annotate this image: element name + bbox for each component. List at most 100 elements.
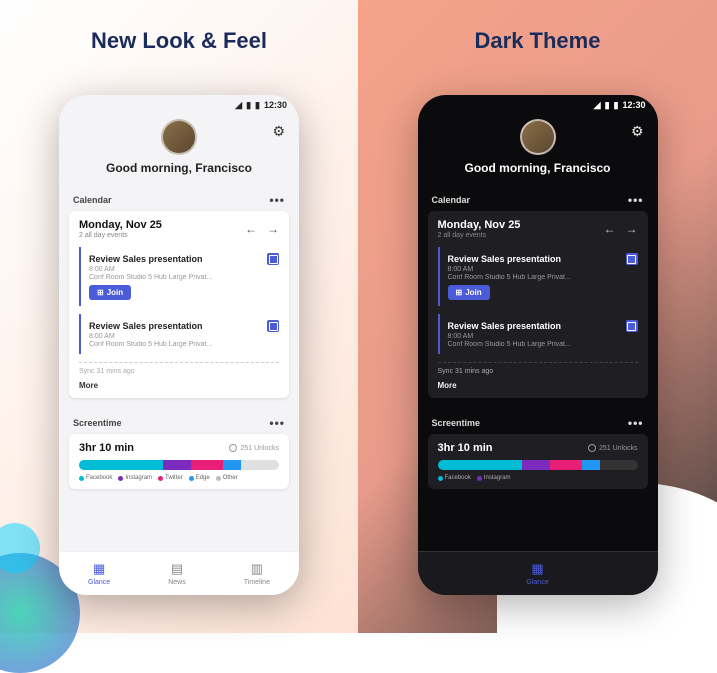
screentime-bar [438,460,638,470]
panel-light: New Look & Feel ◢ ▮ ▮ 12:30 ⚙ Good morni… [0,0,358,633]
bar-segment-facebook [79,460,163,470]
news-icon: ▤ [171,561,183,577]
join-label: Join [107,288,123,297]
bar-segment-edge [223,460,241,470]
avatar[interactable] [161,119,197,155]
join-button[interactable]: ⊞ Join [89,285,131,300]
more-icon[interactable]: ••• [628,416,644,430]
more-icon[interactable]: ••• [269,416,285,430]
calendar-event[interactable]: Review Sales presentation 8:00 AM Conf R… [438,314,638,354]
bar-segment-instagram [163,460,191,470]
bar-segment-edge [582,460,600,470]
unlocks-count: 251 Unlocks [588,444,638,452]
panel-title: Dark Theme [358,28,717,54]
bar-segment-twitter [191,460,223,470]
bar-segment-instagram [522,460,550,470]
sync-status: Sync 31 mins ago [79,362,279,375]
teams-icon [626,320,638,332]
wifi-icon: ◢ [235,100,242,111]
join-label: Join [465,288,481,297]
event-title: Review Sales presentation [89,321,203,331]
legend-dot [118,476,123,481]
fingerprint-icon [229,444,237,452]
nav-timeline[interactable]: ▥ Timeline [244,561,270,586]
avatar[interactable] [520,119,556,155]
arrow-right-icon[interactable]: → [267,222,279,236]
app-header: ⚙ Good morning, Francisco [59,115,299,185]
status-time: 12:30 [264,100,287,110]
screentime-legend: Facebook Instagram [438,475,638,481]
status-bar: ◢ ▮ ▮ 12:30 [418,95,658,115]
fingerprint-icon [588,444,596,452]
section-label: Calendar [73,195,112,205]
screentime-card: 3hr 10 min 251 Unlocks Facebook Instagra… [69,434,289,489]
screentime-duration: 3hr 10 min [438,442,493,454]
nav-glance[interactable]: ▦ Glance [526,561,548,586]
calendar-date: Monday, Nov 25 [79,219,162,231]
nav-news[interactable]: ▤ News [168,561,186,586]
calendar-section-header: Calendar ••• [59,185,299,211]
legend-dot [216,476,221,481]
screentime-section-header: Screentime ••• [59,408,299,434]
bottom-nav: ▦ Glance ▤ News ▥ Timeline [59,551,299,595]
section-label: Screentime [432,418,481,428]
event-time: 8:00 AM [448,333,638,340]
section-label: Calendar [432,195,471,205]
calendar-event[interactable]: Review Sales presentation 8:00 AM Conf R… [438,247,638,306]
calendar-event[interactable]: Review Sales presentation 8:00 AM Conf R… [79,314,279,354]
more-link[interactable]: More [438,381,638,390]
calendar-event[interactable]: Review Sales presentation 8:00 AM Conf R… [79,247,279,306]
screentime-section-header: Screentime ••• [418,408,658,434]
bottom-nav: ▦ Glance [418,551,658,595]
calendar-allday: 2 all day events [438,232,521,239]
nav-glance[interactable]: ▦ Glance [88,561,110,586]
legend-dot [189,476,194,481]
camera-icon: ⊞ [97,288,104,297]
calendar-date: Monday, Nov 25 [438,219,521,231]
section-label: Screentime [73,418,122,428]
arrow-left-icon[interactable]: ← [604,222,616,236]
status-bar: ◢ ▮ ▮ 12:30 [59,95,299,115]
unlocks-count: 251 Unlocks [229,444,279,452]
panel-title: New Look & Feel [0,28,358,54]
sync-status: Sync 31 mins ago [438,362,638,375]
signal-icon: ▮ [246,100,251,111]
event-location: Conf Room Studio 5 Hub Large Privat... [448,341,638,348]
gear-icon[interactable]: ⚙ [272,123,285,140]
more-link[interactable]: More [79,381,279,390]
legend-dot [477,476,482,481]
event-location: Conf Room Studio 5 Hub Large Privat... [448,274,638,281]
glance-icon: ▦ [531,561,543,577]
signal-icon: ▮ [605,100,610,111]
glance-icon: ▦ [93,561,105,577]
event-title: Review Sales presentation [448,254,562,264]
battery-icon: ▮ [255,100,260,111]
event-time: 8:00 AM [448,266,638,273]
teams-icon [626,253,638,265]
event-title: Review Sales presentation [448,321,562,331]
join-button[interactable]: ⊞ Join [448,285,490,300]
battery-icon: ▮ [614,100,619,111]
status-time: 12:30 [622,100,645,110]
camera-icon: ⊞ [456,288,463,297]
calendar-section-header: Calendar ••• [418,185,658,211]
bar-segment-twitter [550,460,582,470]
event-location: Conf Room Studio 5 Hub Large Privat... [89,274,279,281]
event-time: 8:00 AM [89,333,279,340]
more-icon[interactable]: ••• [628,193,644,207]
timeline-icon: ▥ [251,561,263,577]
phone-frame-dark: ◢ ▮ ▮ 12:30 ⚙ Good morning, Francisco Ca… [418,95,658,595]
event-location: Conf Room Studio 5 Hub Large Privat... [89,341,279,348]
calendar-allday: 2 all day events [79,232,162,239]
calendar-card: Monday, Nov 25 2 all day events ← → Revi… [69,211,289,398]
arrow-right-icon[interactable]: → [626,222,638,236]
app-header: ⚙ Good morning, Francisco [418,115,658,185]
more-icon[interactable]: ••• [269,193,285,207]
gear-icon[interactable]: ⚙ [631,123,644,140]
legend-dot [79,476,84,481]
phone-frame-light: ◢ ▮ ▮ 12:30 ⚙ Good morning, Francisco Ca… [59,95,299,595]
screentime-card: 3hr 10 min 251 Unlocks Facebook Instagra… [428,434,648,489]
arrow-left-icon[interactable]: ← [245,222,257,236]
greeting-text: Good morning, Francisco [59,161,299,175]
event-title: Review Sales presentation [89,254,203,264]
